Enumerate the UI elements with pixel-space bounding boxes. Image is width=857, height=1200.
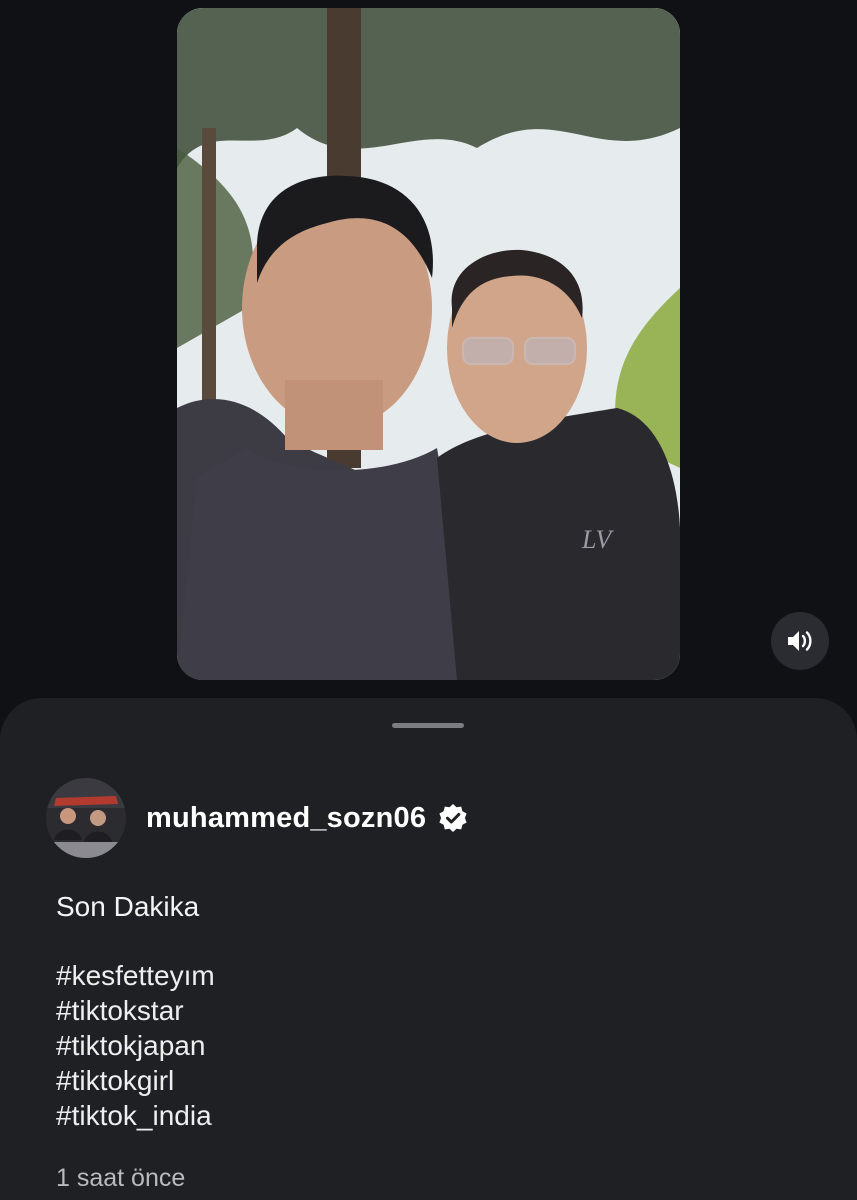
author-row[interactable]: muhammed_sozn06 — [46, 778, 468, 858]
post-caption: Son Dakika — [56, 891, 200, 922]
video-thumbnail: LV — [177, 8, 680, 680]
hashtag[interactable]: #kesfetteyım — [56, 958, 215, 993]
hashtag-list: #kesfetteyım #tiktokstar #tiktokjapan #t… — [56, 958, 215, 1133]
username[interactable]: muhammed_sozn06 — [146, 802, 426, 835]
video-area: LV — [0, 0, 857, 700]
speaker-volume-icon — [788, 631, 812, 651]
svg-text:LV: LV — [581, 525, 614, 554]
drag-handle[interactable] — [392, 723, 464, 728]
hashtag[interactable]: #tiktokstar — [56, 993, 215, 1028]
hashtag[interactable]: #tiktokgirl — [56, 1063, 215, 1098]
avatar[interactable] — [46, 778, 126, 858]
verified-badge-icon — [438, 803, 468, 833]
hashtag[interactable]: #tiktokjapan — [56, 1028, 215, 1063]
sound-toggle-button[interactable] — [771, 612, 829, 670]
post-details-sheet: muhammed_sozn06 Son Dakika #kesfetteyım … — [0, 698, 857, 1200]
hashtag[interactable]: #tiktok_india — [56, 1098, 215, 1133]
post-timestamp: 1 saat önce — [56, 1164, 186, 1192]
video-player[interactable]: LV — [177, 8, 680, 680]
